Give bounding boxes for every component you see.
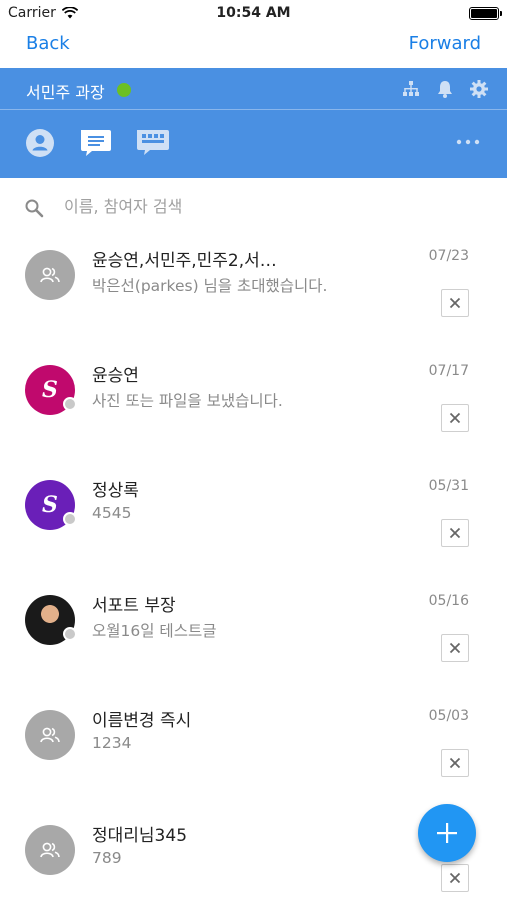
search-input[interactable] (64, 192, 484, 220)
header-tabs-row (0, 111, 507, 178)
conversation-preview: 오월16일 테스트글 (92, 622, 217, 640)
online-status-dot (117, 83, 131, 97)
avatar: S (25, 365, 77, 415)
conversation-preview: 789 (92, 849, 122, 867)
plus-icon (437, 823, 457, 843)
delete-conversation-button[interactable] (441, 289, 469, 317)
conversation-title: 서포트 부장 (92, 596, 176, 616)
close-icon (449, 527, 461, 539)
delete-conversation-button[interactable] (441, 404, 469, 432)
profile-tab-icon[interactable] (22, 125, 58, 161)
navigation-bar: Back Forward (0, 28, 507, 68)
org-chart-icon[interactable] (401, 79, 421, 99)
conversation-item[interactable]: S 윤승연 사진 또는 파일을 보냈습니다. 07/17 (0, 349, 507, 464)
conversation-item[interactable]: S 정상록 4545 05/31 (0, 464, 507, 579)
close-icon (449, 642, 461, 654)
conversation-title: 정대리님345 (92, 826, 188, 846)
conversation-preview: 사진 또는 파일을 보냈습니다. (92, 392, 283, 410)
close-icon (449, 412, 461, 424)
search-icon (25, 199, 44, 218)
current-user-name[interactable]: 서민주 과장 (26, 79, 105, 103)
conversation-item[interactable]: 윤승연,서민주,민주2,서… 박은선(parkes) 님을 초대했습니다. 07… (0, 234, 507, 349)
status-time: 10:54 AM (216, 5, 291, 21)
new-chat-button[interactable] (418, 804, 476, 862)
forward-button[interactable]: Forward (409, 33, 481, 54)
delete-conversation-button[interactable] (441, 864, 469, 892)
conversation-preview: 박은선(parkes) 님을 초대했습니다. (92, 277, 328, 295)
conversation-title: 윤승연,서민주,민주2,서… (92, 251, 277, 271)
conversation-date: 05/31 (428, 478, 469, 494)
conversation-preview: 1234 (92, 734, 132, 752)
close-icon (449, 757, 461, 769)
header-user-row: 서민주 과장 (0, 68, 507, 110)
conversation-item[interactable]: 서포트 부장 오월16일 테스트글 05/16 (0, 579, 507, 694)
close-icon (449, 297, 461, 309)
presence-dot (63, 512, 77, 526)
presence-dot (63, 627, 77, 641)
avatar (25, 250, 75, 300)
presence-dot (63, 397, 77, 411)
header-actions (401, 79, 489, 99)
group-avatar-icon (40, 727, 60, 743)
bell-icon[interactable] (435, 79, 455, 99)
conversation-date: 05/03 (428, 708, 469, 724)
conversation-title: 윤승연 (92, 366, 139, 386)
delete-conversation-button[interactable] (441, 519, 469, 547)
delete-conversation-button[interactable] (441, 634, 469, 662)
app-header: 서민주 과장 (0, 68, 507, 178)
chat-tab-icon[interactable] (77, 125, 113, 161)
avatar (25, 595, 77, 645)
close-icon (449, 872, 461, 884)
gear-icon[interactable] (469, 79, 489, 99)
conversation-date: 07/17 (428, 363, 469, 379)
group-avatar-icon (40, 267, 60, 283)
conversation-date: 05/16 (428, 593, 469, 609)
group-avatar-icon (40, 842, 60, 858)
conversation-list: 윤승연,서민주,민주2,서… 박은선(parkes) 님을 초대했습니다. 07… (0, 234, 507, 900)
avatar (25, 825, 75, 875)
conversation-date: 07/23 (428, 248, 469, 264)
delete-conversation-button[interactable] (441, 749, 469, 777)
conversation-title: 정상록 (92, 481, 139, 501)
more-dots-icon[interactable] (455, 133, 481, 151)
message-tab-icon[interactable] (134, 125, 170, 161)
avatar: S (25, 480, 77, 530)
conversation-title: 이름변경 즉시 (92, 711, 192, 731)
avatar (25, 710, 75, 760)
conversation-item[interactable]: 이름변경 즉시 1234 05/03 (0, 694, 507, 809)
back-button[interactable]: Back (26, 33, 70, 54)
battery-icon (469, 7, 502, 20)
search-bar (0, 178, 507, 234)
status-bar: Carrier 10:54 AM (0, 0, 507, 28)
conversation-preview: 4545 (92, 504, 132, 522)
